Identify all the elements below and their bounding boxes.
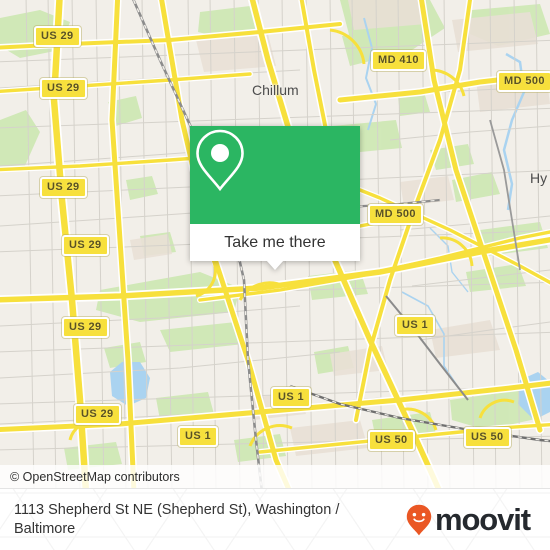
destination-callout-card[interactable]: Take me there (190, 126, 360, 270)
route-shield-us-29[interactable]: US 29 (40, 177, 87, 198)
callout-pointer-tail (266, 260, 284, 270)
route-shield-us-1[interactable]: US 1 (395, 315, 436, 336)
moovit-pin-icon (406, 504, 432, 535)
route-shield-us-29[interactable]: US 29 (74, 404, 121, 425)
route-shield-us-29[interactable]: US 29 (40, 78, 87, 99)
map-pin-icon (196, 129, 244, 192)
take-me-there-label: Take me there (224, 233, 326, 251)
callout-icon-area (190, 126, 360, 224)
route-shield-md-500[interactable]: MD 500 (497, 71, 550, 92)
route-shield-us-50[interactable]: US 50 (368, 430, 415, 451)
route-shield-us-29[interactable]: US 29 (34, 26, 81, 47)
route-shield-md-410[interactable]: MD 410 (371, 50, 426, 71)
route-shield-us-29[interactable]: US 29 (62, 317, 109, 338)
route-shield-us-1[interactable]: US 1 (178, 426, 219, 447)
route-shield-us-1[interactable]: US 1 (271, 387, 312, 408)
place-label-hyattsville: Hy (530, 170, 548, 186)
location-address: 1113 Shepherd St NE (Shepherd St), Washi… (14, 501, 340, 537)
route-shield-md-500[interactable]: MD 500 (368, 204, 423, 225)
moovit-location-card: Chillum Hy US 29 US 29 US 29 US 29 US 29… (0, 0, 550, 550)
route-shield-us-29[interactable]: US 29 (62, 235, 109, 256)
moovit-wordmark: moovit (434, 502, 531, 537)
callout-action-area[interactable]: Take me there (190, 224, 360, 270)
map-canvas[interactable]: Chillum Hy US 29 US 29 US 29 US 29 US 29… (0, 0, 550, 488)
moovit-logo[interactable]: moovit (406, 504, 536, 536)
map-attribution-bar: © OpenStreetMap contributors (0, 465, 550, 488)
place-label-chillum: Chillum (252, 82, 299, 98)
footer-bar: 1113 Shepherd St NE (Shepherd St), Washi… (0, 488, 550, 550)
attribution-text[interactable]: © OpenStreetMap contributors (0, 470, 180, 484)
route-shield-us-50[interactable]: US 50 (464, 427, 511, 448)
